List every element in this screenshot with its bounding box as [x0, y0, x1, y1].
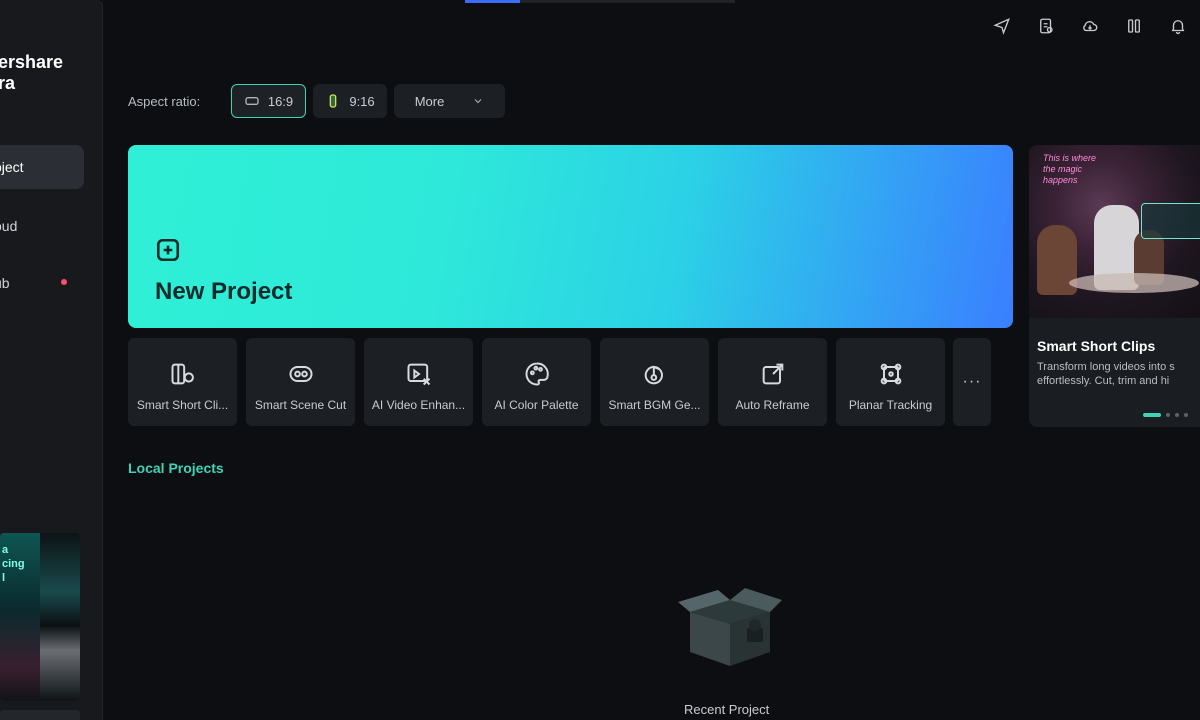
ai-color-palette-icon: [525, 362, 549, 386]
smart-scene-cut-icon: [289, 366, 312, 382]
tool-label: AI Video Enhan...: [371, 398, 466, 412]
recent-project-label: Recent Project: [684, 702, 770, 717]
tool-label: AI Color Palette: [494, 398, 579, 412]
tool-auto-reframe[interactable]: Auto Reframe: [718, 338, 827, 426]
promo-neon-text: This is where the magic happens: [1043, 153, 1097, 185]
tool-ai-video-enhancer[interactable]: AI Video Enhan...: [364, 338, 473, 426]
aspect-option-label: 9:16: [349, 93, 375, 109]
pager-dot[interactable]: [1184, 413, 1188, 417]
aspect-9-16-button[interactable]: 9:16: [313, 84, 387, 118]
more-tools-button[interactable]: ···: [953, 338, 991, 426]
sidebar-item-label: oud: [0, 218, 18, 234]
pager-dot[interactable]: [1175, 413, 1179, 417]
promo-title: Smart Short Clips: [1037, 338, 1156, 354]
portrait-icon: [330, 94, 337, 108]
sidebar-item-label: oject: [0, 159, 24, 175]
top-toolbar: [980, 12, 1200, 40]
ai-video-enhancer-icon: [407, 363, 430, 386]
empty-box-icon: [678, 588, 782, 666]
aspect-option-label: 16:9: [267, 93, 294, 109]
sidebar-promo-thumbnail[interactable]: a cing l: [0, 533, 80, 701]
new-project-title: New Project: [155, 278, 293, 305]
thumb-panel-right: [40, 533, 80, 701]
cloud-icon[interactable]: [1068, 12, 1112, 40]
aspect-16-9-button[interactable]: 16:9: [231, 84, 306, 118]
tool-ai-color-palette[interactable]: AI Color Palette: [482, 338, 591, 426]
tool-label: Smart Scene Cut: [254, 398, 347, 412]
notification-dot: [61, 279, 67, 285]
smart-bgm-icon: [644, 365, 663, 385]
sidebar-item-new-project[interactable]: oject: [0, 145, 84, 189]
smart-short-clips-icon: [171, 363, 194, 385]
thumb-text: a cing l: [2, 544, 25, 584]
grid-icon[interactable]: [1112, 12, 1156, 40]
landscape-icon: [245, 97, 259, 105]
bell-icon[interactable]: [1156, 12, 1200, 40]
tool-smart-short-clips[interactable]: Smart Short Cli...: [128, 338, 237, 426]
pager-dot-active[interactable]: [1143, 413, 1161, 417]
local-projects-title: Local Projects: [128, 460, 224, 476]
brand-logo-text: ershare ra: [0, 52, 64, 93]
add-project-icon: [156, 238, 180, 262]
pager-dot[interactable]: [1166, 413, 1170, 417]
tool-planar-tracking[interactable]: Planar Tracking: [836, 338, 945, 426]
tool-label: Planar Tracking: [848, 398, 933, 412]
sidebar-bottom-button[interactable]: [0, 710, 80, 720]
aspect-option-label: More: [414, 93, 445, 109]
promo-description: Transform long videos into s effortlessl…: [1037, 361, 1175, 387]
new-project-card[interactable]: New Project: [128, 145, 1013, 328]
sidebar: ershare ra oject oud ub a cing l: [0, 0, 103, 720]
tool-label: Smart Short Cli...: [136, 398, 229, 412]
promo-image: This is where the magic happens: [1029, 145, 1200, 318]
aspect-ratio-label: Aspect ratio:: [128, 94, 201, 109]
document-icon[interactable]: [1024, 12, 1068, 40]
promo-pager[interactable]: [1143, 413, 1188, 417]
promo-table: [1069, 273, 1199, 293]
sidebar-item-cloud[interactable]: oud: [0, 204, 84, 248]
sidebar-item-hub[interactable]: ub: [0, 261, 84, 305]
sidebar-item-label: ub: [0, 275, 10, 291]
promo-badge: [1141, 203, 1200, 239]
planar-tracking-icon: [880, 363, 901, 385]
chevron-down-icon: [474, 99, 482, 104]
tool-label: Smart BGM Ge...: [608, 398, 701, 412]
tool-smart-bgm-generator[interactable]: Smart BGM Ge...: [600, 338, 709, 426]
tool-smart-scene-cut[interactable]: Smart Scene Cut: [246, 338, 355, 426]
top-progress-fill: [465, 0, 520, 3]
tool-label: Auto Reframe: [735, 398, 810, 412]
auto-reframe-icon: [762, 363, 783, 385]
top-progress-strip: [465, 0, 735, 3]
aspect-more-dropdown[interactable]: More: [394, 84, 505, 118]
send-icon[interactable]: [980, 12, 1024, 40]
feature-promo-card[interactable]: This is where the magic happens Smart Sh…: [1029, 145, 1200, 427]
